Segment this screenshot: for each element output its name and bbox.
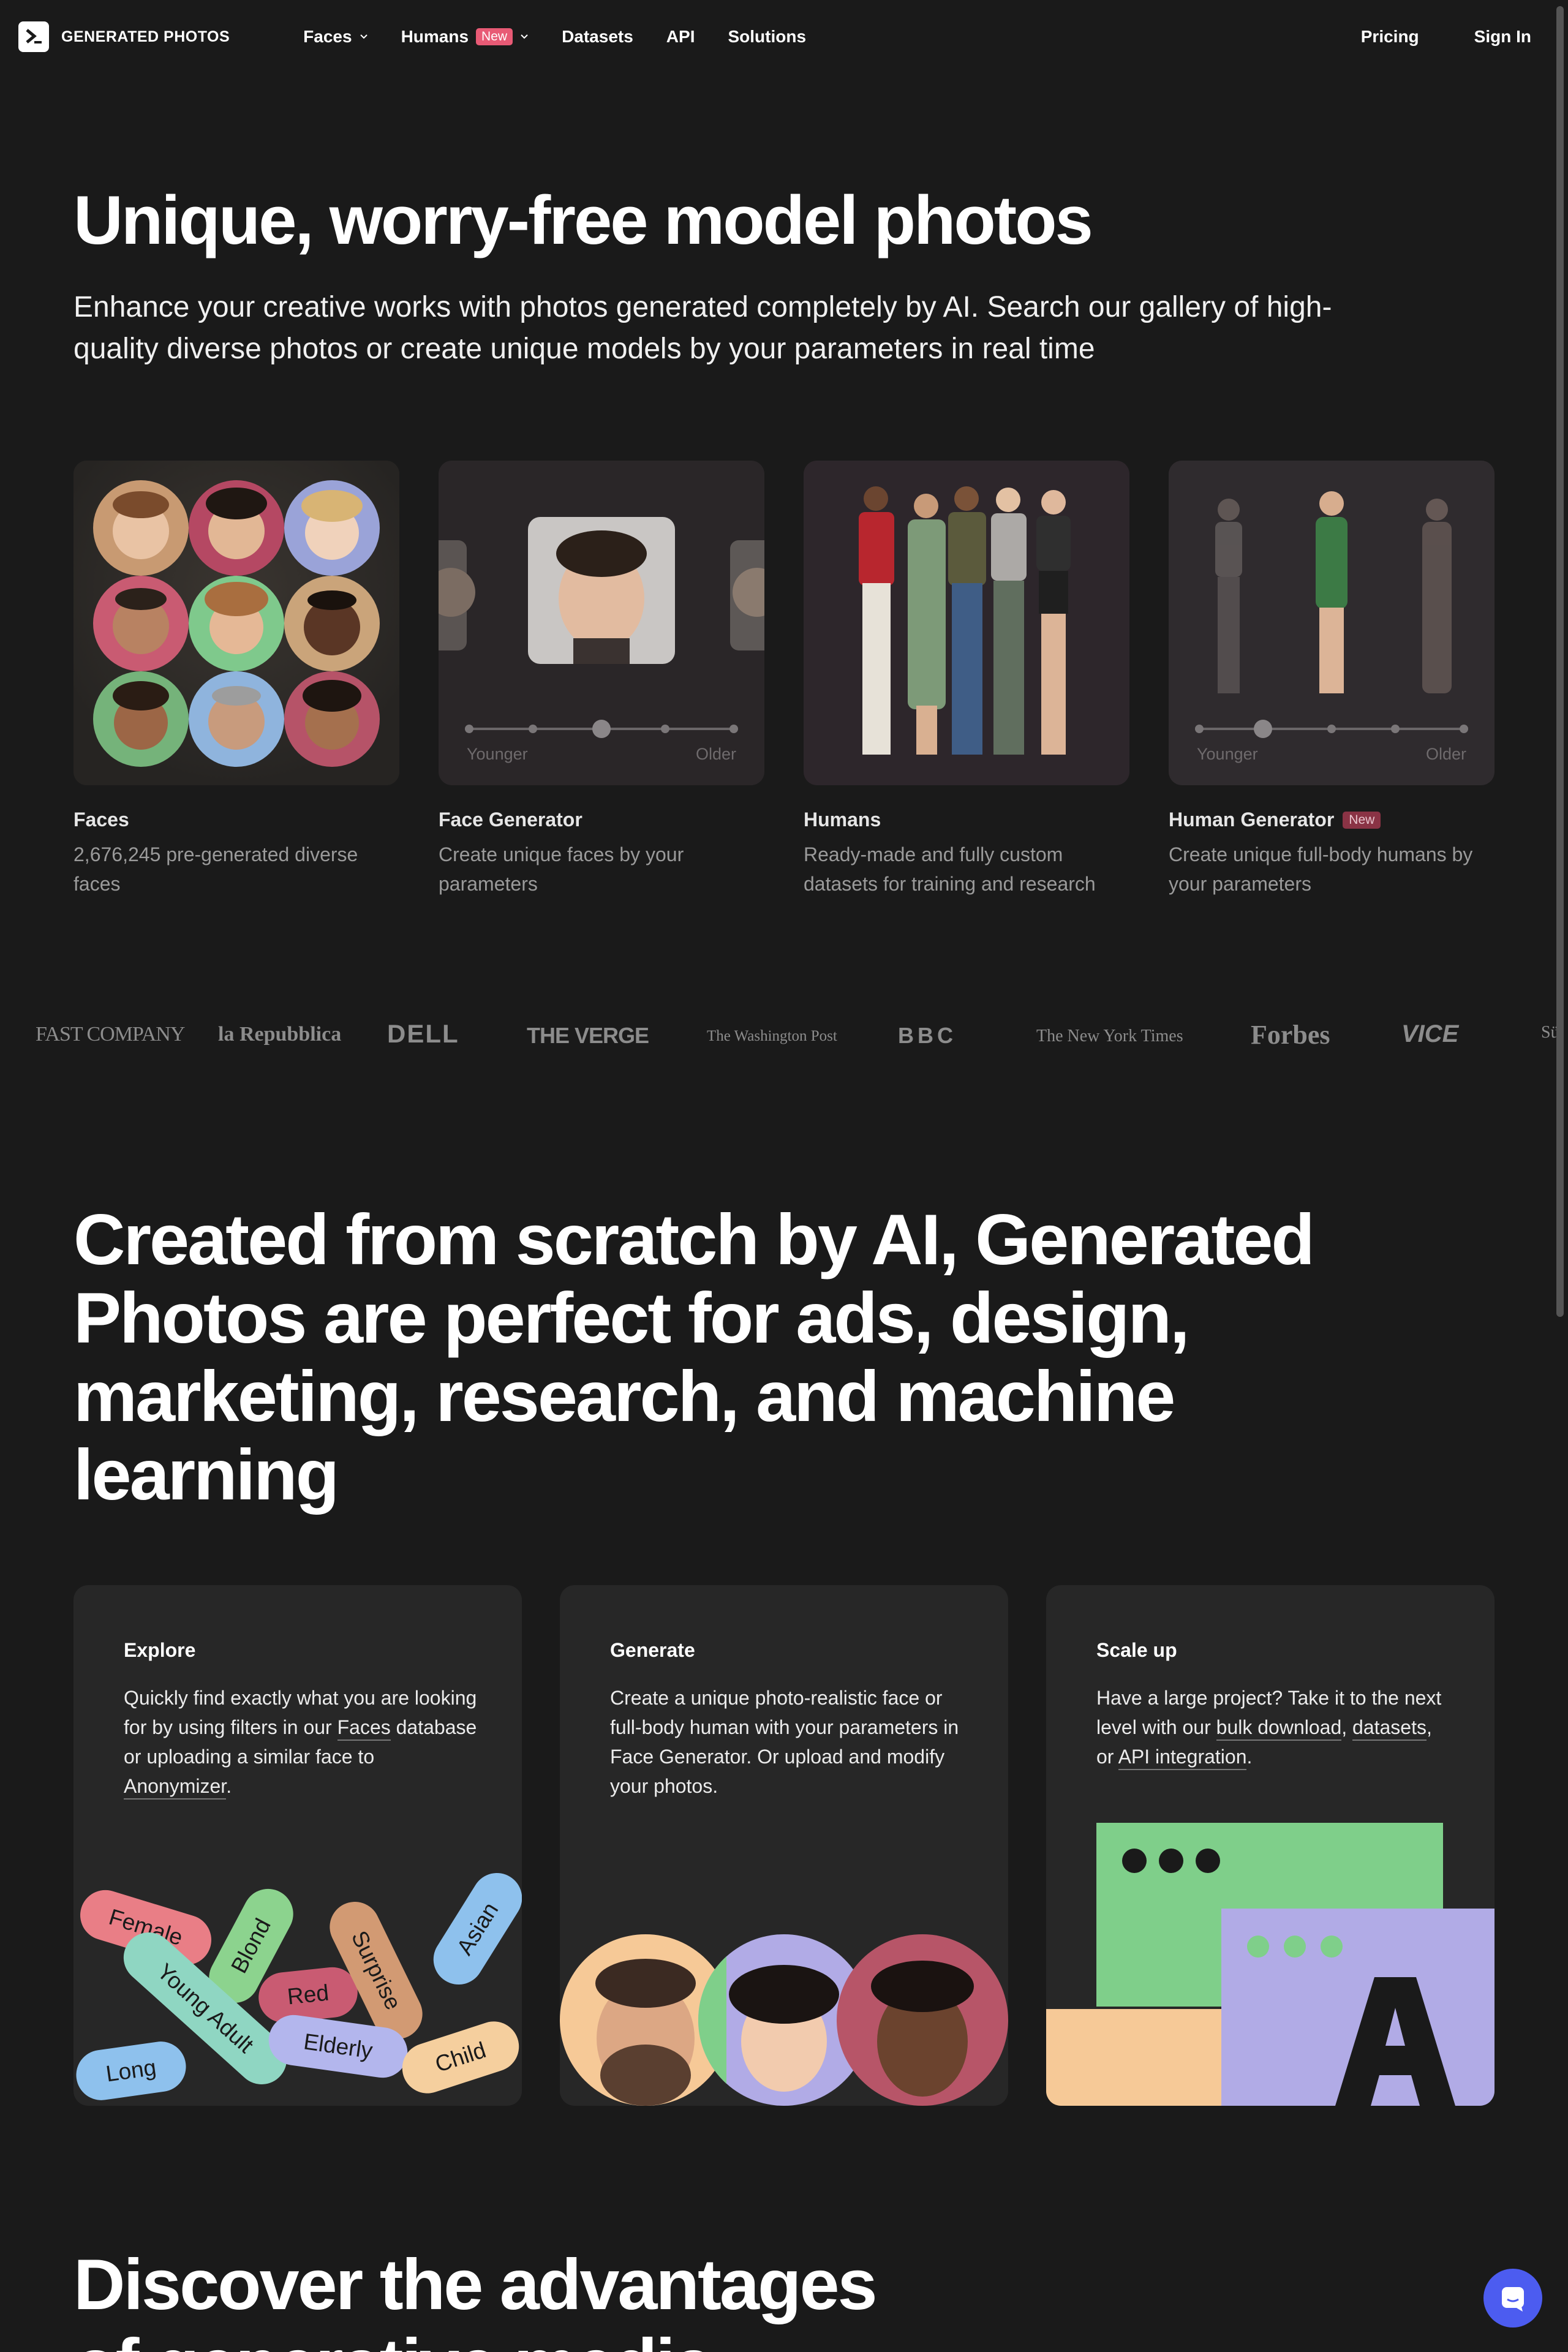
product-card-human-generator[interactable]: Younger Older Human Generator New Create… [1169,461,1494,899]
product-title: Humans [804,809,881,831]
feature-desc: Quickly find exactly what you are lookin… [124,1683,479,1801]
feature-card-scale-up: Scale up Have a large project? Take it t… [1046,1585,1494,2106]
product-desc: 2,676,245 pre-generated diverse faces [74,843,358,895]
logo-fast-company: FAST COMPANY [36,1023,185,1046]
pricing-link[interactable]: Pricing [1361,27,1419,47]
tag-red: Red [256,1964,360,2026]
section-title: Created from scratch by AI, Generated Ph… [74,1199,1315,1515]
chevron-down-icon [360,34,368,39]
logo-icon [18,21,49,52]
nav-right: Pricing Sign In [1361,27,1531,47]
page: { "nav": { "logo_text": "GENERATED PHOTO… [0,0,1568,2352]
generated-faces-illustration [560,1934,1008,2106]
logo[interactable]: GENERATED PHOTOS [18,21,230,52]
humans-image [804,461,1129,785]
feature-card-generate: Generate Create a unique photo-realistic… [560,1585,1008,2106]
scale-illustration [1046,1823,1494,2106]
chevron-down-icon [521,34,528,39]
nav-faces-label: Faces [303,27,352,46]
feature-title: Explore [124,1639,196,1661]
sign-in-link[interactable]: Sign In [1474,27,1531,47]
tag-long: Long [74,2038,189,2104]
product-card-humans[interactable]: Humans Ready-made and fully custom datas… [804,461,1129,899]
new-badge: New [1343,811,1381,829]
chat-icon [1502,2287,1524,2312]
product-title: Human Generator New [1169,809,1494,831]
product-card-face-generator[interactable]: Younger Older Face Generator Create uniq… [439,461,764,899]
new-badge: New [476,28,513,45]
nav-faces[interactable]: Faces [303,27,368,47]
face-generator-image: Younger Older [439,461,764,785]
advantages-title: Discover the advantages [74,2244,878,2324]
logo-the-verge: THE VERGE [527,1023,649,1048]
logo-dell: DELL [387,1019,459,1048]
hero-subtitle: Enhance your creative works with photos … [74,291,1332,365]
press-logos: FAST COMPANY la Repubblica DELL THE VERG… [0,1016,1568,1065]
product-title-text: Human Generator [1169,809,1335,831]
logo-nyt: The New York Times [1036,1027,1183,1046]
nav-humans[interactable]: Humans New [401,27,529,47]
logo-bbc: BBC [898,1023,957,1048]
logo-la-repubblica: la Repubblica [218,1023,342,1046]
product-desc: Create unique faces by your parameters [439,843,684,895]
logo-vice: VICE [1401,1020,1459,1047]
product-card-faces[interactable]: Faces 2,676,245 pre-generated diverse fa… [74,461,399,899]
tag-asian: Asian [424,1863,522,1994]
advantages-title-line2: of generative media [74,2321,714,2352]
nav-humans-label: Humans [401,27,469,46]
scrollbar[interactable] [1556,6,1564,1317]
faces-link[interactable]: Faces [337,1716,391,1741]
chat-button[interactable] [1483,2269,1542,2328]
nav-datasets[interactable]: Datasets [562,27,633,47]
nav-api[interactable]: API [666,27,695,47]
hero-title: Unique, worry-free model photos [74,182,1093,258]
top-nav: GENERATED PHOTOS Faces Humans New Datase… [0,0,1568,74]
nav-solutions[interactable]: Solutions [728,27,806,47]
product-desc: Ready-made and fully custom datasets for… [804,843,1096,895]
product-title: Face Generator [439,809,582,831]
logo-forbes: Forbes [1251,1020,1330,1050]
main-menu: Faces Humans New Datasets API Solutions [303,27,806,47]
slider-min-label: Younger [1197,745,1258,763]
human-generator-image: Younger Older [1169,461,1494,785]
desc-text: . [226,1775,232,1797]
slider-max-label: Older [695,745,736,763]
product-title: Faces [74,809,129,831]
anonymizer-link[interactable]: Anonymizer [124,1775,227,1800]
slider-min-label: Younger [467,745,528,763]
product-desc: Create unique full-body humans by your p… [1169,843,1473,895]
slider-max-label: Older [1425,745,1466,763]
feature-card-explore: Explore Quickly find exactly what you ar… [74,1585,522,2106]
logo-text: GENERATED PHOTOS [61,28,230,45]
logo-washington-post: The Washington Post [707,1028,837,1044]
faces-grid-image [74,461,399,785]
